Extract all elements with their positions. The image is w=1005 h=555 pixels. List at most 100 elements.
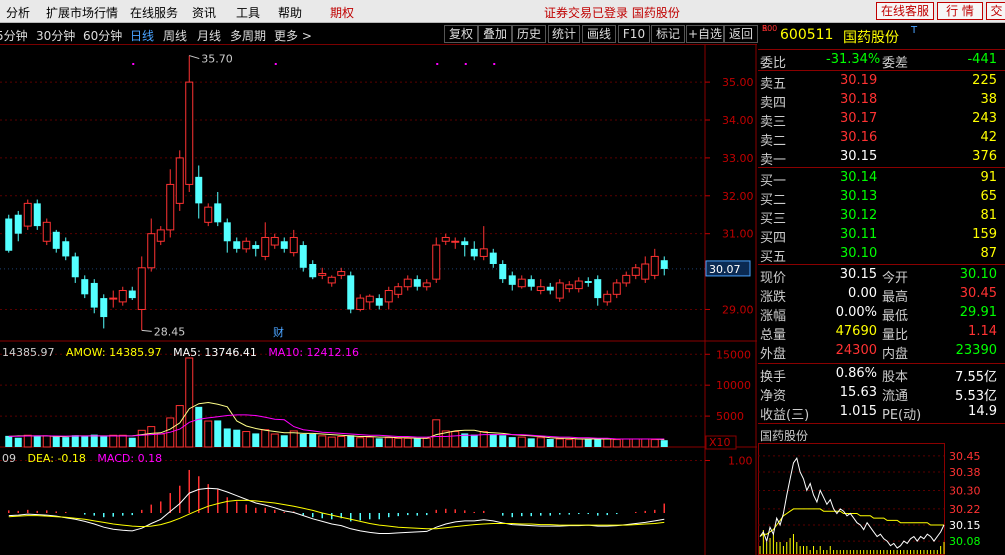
price-tick-label: 29.00 bbox=[722, 303, 754, 316]
kline-chart[interactable]: 35.00 34.00 33.00 32.00 31.00 29.00 15000 1000… bbox=[0, 44, 757, 555]
overlay-button[interactable]: 叠加 bbox=[478, 25, 512, 43]
stock-name: 国药股份 bbox=[843, 30, 899, 46]
candle bbox=[14, 210, 22, 242]
macd-bars bbox=[8, 469, 665, 522]
volume-bar bbox=[109, 434, 118, 448]
candle bbox=[270, 233, 279, 249]
period-weekly[interactable]: 周线 bbox=[163, 27, 187, 44]
bid-row[interactable]: 买二 30.13 65 bbox=[758, 188, 1005, 208]
ask-row[interactable]: 卖四 30.18 38 bbox=[758, 91, 1005, 111]
period-more[interactable]: 更多 > bbox=[274, 27, 312, 44]
fundamental-row[interactable]: 收益(三) 1.015 PE(动) 14.9 bbox=[758, 403, 1005, 423]
candle-body bbox=[261, 236, 270, 257]
stat-row[interactable]: 涨幅 0.00% 最低 29.91 bbox=[758, 304, 1005, 324]
ask-row[interactable]: 卖二 30.16 42 bbox=[758, 129, 1005, 149]
period-60min[interactable]: 60分钟 bbox=[83, 27, 122, 44]
stat-value: 47690 bbox=[835, 324, 877, 339]
stat-label: 最高 bbox=[882, 290, 909, 305]
add-watchlist-button[interactable]: +自选 bbox=[686, 25, 724, 43]
menu-help[interactable]: 帮助 bbox=[278, 4, 302, 21]
back-button[interactable]: 返回 bbox=[724, 25, 758, 43]
candle-body bbox=[318, 272, 327, 276]
period-multi[interactable]: 多周期 bbox=[230, 27, 266, 44]
stat-row[interactable]: 涨跌 0.00 最高 30.45 bbox=[758, 285, 1005, 305]
intraday-title: 国药股份 bbox=[760, 429, 809, 443]
intraday-chart[interactable]: 30.45 30.38 30.30 30.22 30.15 30.08 bbox=[758, 443, 1005, 555]
candle-body bbox=[23, 202, 32, 227]
candle bbox=[375, 294, 383, 310]
menu-extended-market[interactable]: 扩展市场行情 bbox=[46, 4, 118, 21]
candle-body bbox=[536, 286, 545, 292]
period-5min[interactable]: 5分钟 bbox=[0, 27, 28, 44]
volume-bar bbox=[118, 434, 127, 448]
volume-bar bbox=[261, 429, 270, 448]
f10-button[interactable]: F10 bbox=[618, 25, 650, 43]
candle-body bbox=[356, 297, 365, 310]
candle-body bbox=[365, 295, 374, 303]
period-monthly[interactable]: 月线 bbox=[197, 27, 221, 44]
bid-volume: 159 bbox=[972, 227, 997, 242]
mark-button[interactable]: 标记 bbox=[651, 25, 685, 43]
draw-button[interactable]: 画线 bbox=[582, 25, 616, 43]
fundamental-label: 收益(三) bbox=[760, 408, 810, 423]
adjust-button[interactable]: 复权 bbox=[444, 25, 478, 43]
volume-bar bbox=[603, 438, 612, 448]
menu-tools[interactable]: 工具 bbox=[236, 4, 260, 21]
ask-row[interactable]: 卖三 30.17 243 bbox=[758, 110, 1005, 130]
ask-row[interactable]: 卖一 30.15 376 bbox=[758, 148, 1005, 168]
online-support-button[interactable]: 在线客服 bbox=[876, 2, 934, 20]
market-button[interactable]: 行 情 bbox=[937, 2, 983, 20]
candle-body bbox=[280, 241, 288, 249]
candle-body bbox=[555, 282, 564, 299]
stat-row[interactable]: 现价 30.15 今开 30.10 bbox=[758, 266, 1005, 286]
bid-row[interactable]: 买四 30.11 159 bbox=[758, 226, 1005, 246]
candle bbox=[584, 277, 592, 287]
stat-label: 涨跌 bbox=[760, 290, 787, 305]
fundamental-row[interactable]: 净资 15.63 流通 5.53亿 bbox=[758, 384, 1005, 404]
stat-row[interactable]: 外盘 24300 内盘 23390 bbox=[758, 342, 1005, 362]
dif-line bbox=[8, 487, 665, 534]
trade-button[interactable]: 交 bbox=[986, 2, 1005, 20]
bid-volume: 65 bbox=[980, 189, 997, 204]
menu-online-service[interactable]: 在线服务 bbox=[130, 4, 178, 21]
ask-price: 30.18 bbox=[840, 92, 878, 107]
period-30min[interactable]: 30分钟 bbox=[36, 27, 75, 44]
ask-row[interactable]: 卖五 30.19 225 bbox=[758, 72, 1005, 92]
candle bbox=[631, 264, 640, 280]
candle bbox=[166, 169, 175, 238]
candle bbox=[204, 203, 213, 227]
candle-body bbox=[137, 267, 146, 310]
candle bbox=[479, 226, 488, 261]
fundamental-row[interactable]: 换手 0.86% 股本 7.55亿 bbox=[758, 365, 1005, 385]
bid-row[interactable]: 买一 30.14 91 bbox=[758, 169, 1005, 189]
candle-body bbox=[5, 218, 13, 251]
bid-row[interactable]: 买三 30.12 81 bbox=[758, 207, 1005, 227]
menu-analysis[interactable]: 分析 bbox=[6, 4, 30, 21]
ask-price: 30.15 bbox=[840, 149, 878, 164]
candle bbox=[280, 237, 288, 253]
stat-row[interactable]: 总量 47690 量比 1.14 bbox=[758, 323, 1005, 343]
volume-ma5-line bbox=[8, 401, 665, 441]
signal-dot bbox=[464, 63, 467, 65]
volume-bar bbox=[23, 434, 32, 448]
menu-news[interactable]: 资讯 bbox=[192, 4, 216, 21]
candle bbox=[128, 286, 136, 300]
candle-body bbox=[71, 256, 79, 278]
volume-bar bbox=[156, 433, 165, 448]
bid-row[interactable]: 买五 30.10 87 bbox=[758, 245, 1005, 265]
volume-bar bbox=[650, 439, 659, 448]
event-marker[interactable]: 财 bbox=[273, 325, 284, 339]
history-button[interactable]: 历史 bbox=[512, 25, 546, 43]
volume-bars bbox=[5, 357, 668, 448]
period-daily[interactable]: 日线 bbox=[130, 27, 154, 44]
menu-options[interactable]: 期权 bbox=[330, 4, 354, 21]
stat-label: 量比 bbox=[882, 328, 909, 343]
fundamental-value: 0.86% bbox=[835, 366, 877, 381]
candle-body bbox=[109, 297, 118, 300]
ask-price: 30.16 bbox=[840, 130, 878, 145]
low-annotation: 28.45 bbox=[141, 325, 185, 338]
volume-bar bbox=[365, 436, 374, 448]
volume-bar bbox=[309, 434, 317, 447]
stats-button[interactable]: 统计 bbox=[548, 25, 580, 43]
volume-bar bbox=[14, 437, 22, 447]
